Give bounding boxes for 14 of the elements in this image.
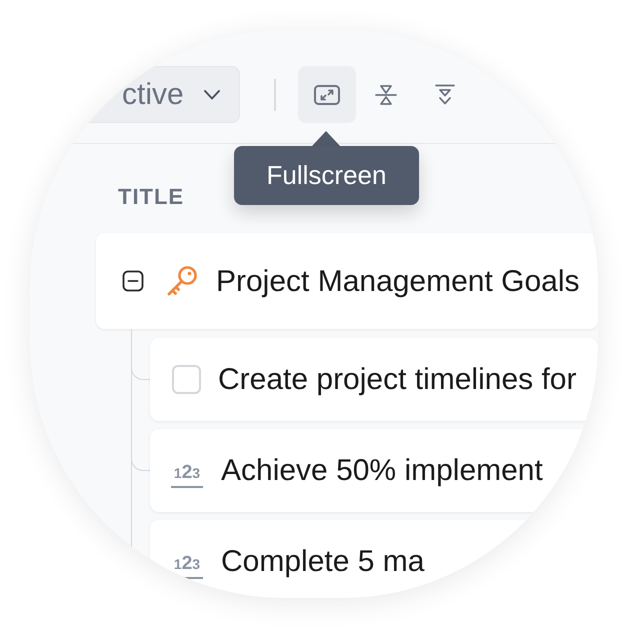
chevron-down-icon	[203, 88, 221, 100]
row-title: Achieve 50% implement	[221, 453, 543, 490]
row-title: Complete 5 ma	[221, 544, 424, 580]
key-icon	[165, 265, 199, 298]
row-title: Create project timelines for	[218, 362, 576, 398]
fullscreen-button[interactable]	[298, 66, 356, 123]
column-header: TITLE	[118, 184, 184, 210]
tooltip: Fullscreen	[234, 131, 420, 205]
row-title: Project Management Goals	[216, 264, 580, 300]
tree-row[interactable]: Project Management Goals	[96, 233, 598, 330]
checkbox[interactable]	[172, 365, 201, 394]
tree-row[interactable]: Create project timelines for	[150, 338, 598, 422]
fullscreen-icon	[312, 82, 340, 106]
minus-square-icon[interactable]	[122, 270, 144, 292]
